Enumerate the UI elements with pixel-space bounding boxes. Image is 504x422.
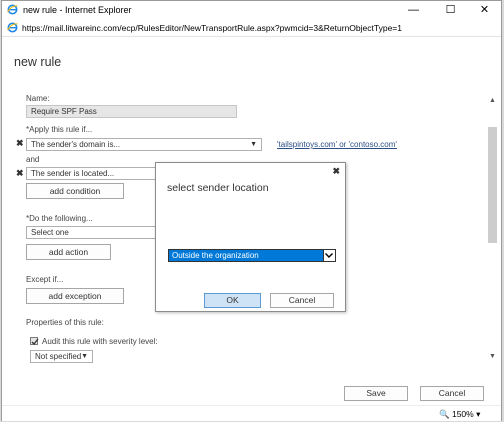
add-condition-button[interactable]: add condition	[26, 183, 124, 199]
checkmark-icon	[31, 338, 39, 345]
cancel-button[interactable]: Cancel	[420, 386, 484, 401]
properties-label: Properties of this rule:	[26, 318, 104, 327]
condition1-link[interactable]: 'tailspintoys.com' or 'contoso.com'	[277, 140, 397, 149]
x-icon[interactable]: ✖	[16, 138, 24, 149]
page-title: new rule	[14, 55, 62, 69]
scrollbar-thumb[interactable]	[488, 127, 497, 243]
name-value: Require SPF Pass	[31, 107, 97, 116]
close-icon[interactable]: ✖	[332, 166, 340, 177]
dialog-title: select sender location	[167, 182, 269, 194]
url-text[interactable]: https://mail.litwareinc.com/ecp/RulesEdi…	[22, 23, 402, 33]
chevron-down-icon: ▼	[81, 353, 88, 360]
ok-button[interactable]: OK	[204, 293, 261, 308]
vertical-scrollbar[interactable]: ▲ ▼	[486, 97, 499, 405]
dialog-cancel-button[interactable]: Cancel	[270, 293, 334, 308]
condition2-value: The sender is located...	[31, 169, 115, 178]
condition2-select[interactable]: The sender is located...	[26, 167, 156, 180]
name-label: Name:	[26, 94, 50, 103]
add-exception-button[interactable]: add exception	[26, 288, 124, 304]
zoom-level: 150%	[451, 409, 474, 419]
name-field[interactable]: Require SPF Pass	[26, 105, 237, 118]
severity-value: Not specified	[35, 352, 82, 361]
minimize-icon[interactable]: —	[397, 1, 430, 19]
scroll-up-icon[interactable]: ▲	[488, 97, 497, 104]
page-content: new rule Name: Require SPF Pass *Apply t…	[2, 37, 501, 405]
browser-window: new rule - Internet Explorer — ☐ ✕ https…	[1, 0, 502, 421]
severity-select[interactable]: Not specified ▼	[30, 350, 93, 363]
zoom-icon: 🔍	[439, 409, 450, 419]
action-select[interactable]: Select one	[26, 226, 156, 239]
sender-location-dialog: ✖ select sender location Outside the org…	[155, 162, 346, 312]
address-bar[interactable]: https://mail.litwareinc.com/ecp/RulesEdi…	[2, 19, 501, 37]
ie-icon	[7, 22, 18, 33]
condition1-value: The sender's domain is...	[31, 140, 121, 149]
x-icon[interactable]: ✖	[16, 168, 24, 179]
apply-label: *Apply this rule if...	[26, 125, 93, 134]
audit-checkbox[interactable]	[30, 337, 39, 345]
zoom-control[interactable]: 🔍 150% ▾	[439, 409, 480, 420]
maximize-icon[interactable]: ☐	[434, 1, 467, 19]
title-bar: new rule - Internet Explorer — ☐ ✕	[2, 1, 501, 19]
except-label: Except if...	[26, 275, 64, 284]
add-action-button[interactable]: add action	[26, 244, 111, 260]
do-label: *Do the following...	[26, 214, 93, 223]
save-button[interactable]: Save	[344, 386, 408, 401]
close-icon[interactable]: ✕	[468, 1, 501, 19]
status-bar: 🔍 150% ▾	[2, 405, 501, 421]
chevron-down-icon: ▾	[476, 409, 481, 419]
chevron-down-icon: ▼	[250, 141, 257, 148]
chevron-down-icon	[323, 250, 335, 261]
and-label: and	[26, 155, 40, 164]
scroll-down-icon[interactable]: ▼	[488, 353, 497, 360]
audit-label: Audit this rule with severity level:	[42, 337, 158, 346]
action-select-value: Select one	[31, 228, 69, 237]
ie-icon	[7, 4, 18, 15]
location-select-value: Outside the organization	[172, 251, 259, 260]
window-title: new rule - Internet Explorer	[23, 5, 132, 15]
location-select[interactable]: Outside the organization	[168, 249, 336, 262]
condition1-select[interactable]: The sender's domain is... ▼	[26, 138, 262, 151]
